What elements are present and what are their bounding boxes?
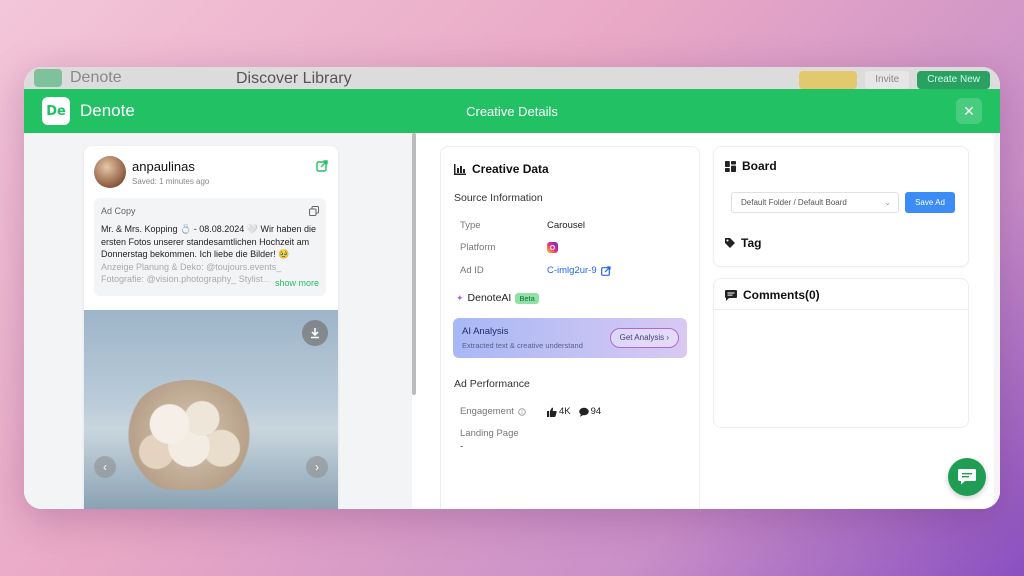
comments-count: 94 [590,406,602,417]
tag-title-text: Tag [741,236,762,250]
thumbs-up-icon [547,407,557,417]
background-invite-button: Invite [865,71,910,89]
ad-id-label: Ad ID [460,265,484,276]
landing-page-label: Landing Page [460,428,519,439]
modal-header: De Denote Creative Details ✕ [24,89,1000,133]
board-select[interactable]: Default Folder / Default Board ⌄ [731,192,899,213]
get-analysis-button[interactable]: Get Analysis › [609,328,679,348]
background-brand: Denote [70,69,122,86]
saved-time: Saved: 1 minutes ago [132,177,210,186]
likes-count: 4K [559,406,571,417]
app-window: Denote Discover Library Invite Create Ne… [24,67,1000,509]
beta-badge: Beta [515,292,539,304]
creative-data-title: Creative Data [454,162,549,176]
tag-title: Tag [725,236,761,250]
carousel-prev-button[interactable]: ‹ [94,456,116,478]
creative-data-title-text: Creative Data [472,162,549,176]
background-upgrade-button [799,71,858,89]
grid-icon [725,160,736,172]
bar-chart-icon [454,163,466,175]
background-page-title: Discover Library [236,70,352,87]
chevron-right-icon: › [666,333,669,342]
background-logo [34,69,62,87]
ad-performance-heading: Ad Performance [454,378,530,390]
ad-copy-faded: Anzeige Planung & Deko: @toujours.events… [101,261,282,285]
download-button[interactable] [302,320,328,346]
brand-name: Denote [80,101,135,120]
ad-username[interactable]: anpaulinas [132,159,195,174]
board-title-text: Board [742,159,777,173]
chevron-left-icon: ‹ [103,460,107,474]
ai-analysis-box: AI Analysis Extracted text & creative un… [453,318,687,358]
info-icon[interactable] [518,407,526,416]
engagement-values: 4K 94 [547,406,601,417]
board-select-value: Default Folder / Default Board [741,198,847,207]
ad-id-text[interactable]: C-imlg2ur-9 [547,265,597,276]
denote-ai-label: DenoteAI [467,292,512,304]
engagement-label-text: Engagement [460,406,514,417]
avatar [94,156,126,188]
save-ad-button[interactable]: Save Ad [905,192,955,213]
background-create-button: Create New [917,71,990,89]
copy-icon[interactable] [309,206,319,216]
modal-body: anpaulinas Saved: 1 minutes ago Ad Copy … [24,133,1000,509]
ad-copy-box: Ad Copy Mr. & Mrs. Kopping 💍 - 08.08.202… [94,198,326,296]
modal-title: Creative Details [466,103,558,119]
ad-copy-text: Mr. & Mrs. Kopping 💍 - 08.08.2024 🤍 Wir … [101,223,319,285]
ad-id-value[interactable]: C-imlg2ur-9 [547,265,611,276]
tag-icon [725,238,735,248]
comment-bubble-icon [578,407,589,417]
ad-card: anpaulinas Saved: 1 minutes ago Ad Copy … [84,146,338,509]
denote-ai-row: ✦ DenoteAI Beta [456,292,539,304]
denote-logo: De [42,97,70,125]
background-app-bar: Denote Discover Library Invite Create Ne… [24,67,1000,89]
board-card: Board Default Folder / Default Board ⌄ S… [713,146,969,267]
platform-label: Platform [460,242,496,253]
comment-icon [725,289,737,301]
board-title: Board [725,159,777,173]
engagement-label: Engagement [460,406,526,417]
ad-copy-label: Ad Copy [101,206,136,216]
instagram-icon [547,242,558,253]
comments-title-text: Comments(0) [743,288,820,302]
comments-divider [714,309,968,310]
sparkle-icon: ✦ [456,292,464,303]
platform-value [547,242,558,253]
show-more-link[interactable]: show more [258,278,319,288]
ad-preview-pane: anpaulinas Saved: 1 minutes ago Ad Copy … [24,133,412,509]
chevron-down-icon: ⌄ [884,198,891,207]
close-button[interactable]: ✕ [956,98,982,124]
external-link-icon[interactable] [600,265,611,276]
comments-card: Comments(0) [713,278,969,428]
left-pane-scrollbar[interactable] [412,133,416,395]
download-icon [311,328,319,339]
ai-analysis-title: AI Analysis [462,326,509,337]
chat-icon [958,469,976,485]
chevron-right-icon: › [315,460,319,474]
share-icon[interactable] [316,160,328,172]
chat-support-button[interactable] [948,458,986,496]
type-value: Carousel [547,220,586,231]
creative-data-panel: Creative Data Source Information Type Ca… [440,146,700,509]
comments-title: Comments(0) [725,288,820,302]
bouquet-image [124,380,254,490]
close-icon: ✕ [963,103,975,119]
get-analysis-label: Get Analysis [619,333,665,342]
right-scrollbar-track[interactable] [994,133,1000,509]
ad-image: ‹ › [84,310,338,509]
ai-analysis-subtitle: Extracted text & creative understand [462,341,583,350]
landing-page-value: - [460,441,464,452]
carousel-next-button[interactable]: › [306,456,328,478]
ad-copy-main: Mr. & Mrs. Kopping 💍 - 08.08.2024 🤍 Wir … [101,224,317,259]
type-label: Type [460,220,481,231]
source-info-heading: Source Information [454,192,543,204]
